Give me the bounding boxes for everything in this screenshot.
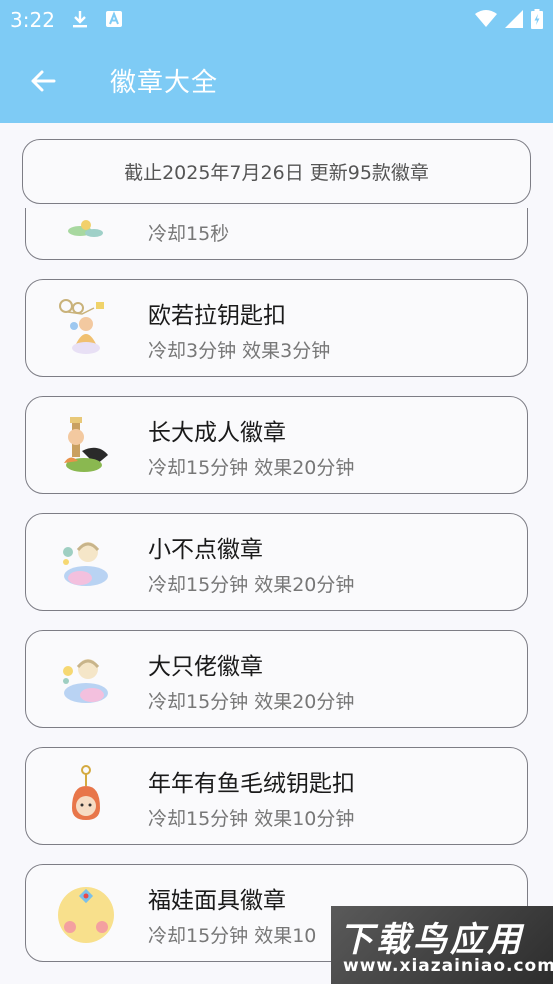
- badge-title: 小不点徽章: [148, 537, 263, 563]
- badge-subtitle: 冷却15分钟 效果20分钟: [148, 691, 355, 713]
- badge-title: 大只佬徽章: [148, 654, 263, 680]
- badge-subtitle: 冷却15分钟 效果10: [148, 925, 317, 947]
- badge-title: 年年有鱼毛绒钥匙扣: [148, 771, 355, 797]
- fuwa-mask-badge-icon: [58, 887, 114, 943]
- tiny-badge-icon: [63, 542, 108, 586]
- aurora-keychain-icon: [59, 299, 104, 354]
- badge-title: 长大成人徽章: [148, 420, 286, 446]
- badge-list[interactable]: 冷却15秒 欧若拉钥匙扣 冷却3分钟 效果3分钟 长大成人徽章 冷却15分钟 效…: [0, 208, 553, 984]
- battery-icon: [531, 9, 543, 29]
- status-time: 3:22: [10, 8, 55, 32]
- update-notice: 截止2025年7月26日 更新95款徽章: [22, 139, 531, 204]
- badge-subtitle: 冷却3分钟 效果3分钟: [148, 340, 331, 362]
- badge-subtitle: 冷却15分钟 效果20分钟: [148, 457, 355, 479]
- watermark-url: www.xiazainiao.com: [343, 956, 553, 976]
- big-badge-icon: [63, 659, 108, 703]
- badge-card[interactable]: 长大成人徽章 冷却15分钟 效果20分钟: [25, 396, 528, 494]
- badge-card[interactable]: 年年有鱼毛绒钥匙扣 冷却15分钟 效果10分钟: [25, 747, 528, 845]
- badge-title: 福娃面具徽章: [148, 888, 286, 914]
- signal-icon: [505, 10, 523, 28]
- download-icon: [73, 11, 87, 28]
- badge-card[interactable]: 欧若拉钥匙扣 冷却3分钟 效果3分钟: [25, 279, 528, 377]
- watermark-text: 下载鸟应用: [339, 920, 524, 960]
- badge-card[interactable]: 冷却15秒: [25, 208, 528, 260]
- status-right-group: [475, 8, 543, 30]
- arrow-left-icon: [31, 70, 56, 92]
- badge-subtitle: 冷却15分钟 效果20分钟: [148, 574, 355, 596]
- watermark-logo: 下载鸟应用 www.xiazainiao.com: [331, 906, 553, 984]
- badge-card[interactable]: 大只佬徽章 冷却15分钟 效果20分钟: [25, 630, 528, 728]
- app-bar: 徽章大全: [0, 40, 553, 123]
- back-button[interactable]: [22, 60, 64, 102]
- status-bar: 3:22: [0, 0, 553, 40]
- plant-badge-icon: [68, 220, 103, 237]
- a-icon: [106, 11, 122, 27]
- badge-subtitle: 冷却15分钟 效果10分钟: [148, 808, 355, 830]
- badge-subtitle: 冷却15秒: [148, 223, 230, 245]
- grown-up-badge-icon: [64, 417, 108, 472]
- update-notice-text: 截止2025年7月26日 更新95款徽章: [124, 162, 429, 184]
- badge-card[interactable]: 小不点徽章 冷却15分钟 效果20分钟: [25, 513, 528, 611]
- fish-plush-keychain-icon: [72, 765, 100, 820]
- badge-title: 欧若拉钥匙扣: [148, 303, 286, 329]
- wifi-icon: [475, 10, 497, 27]
- page-title: 徽章大全: [110, 68, 219, 98]
